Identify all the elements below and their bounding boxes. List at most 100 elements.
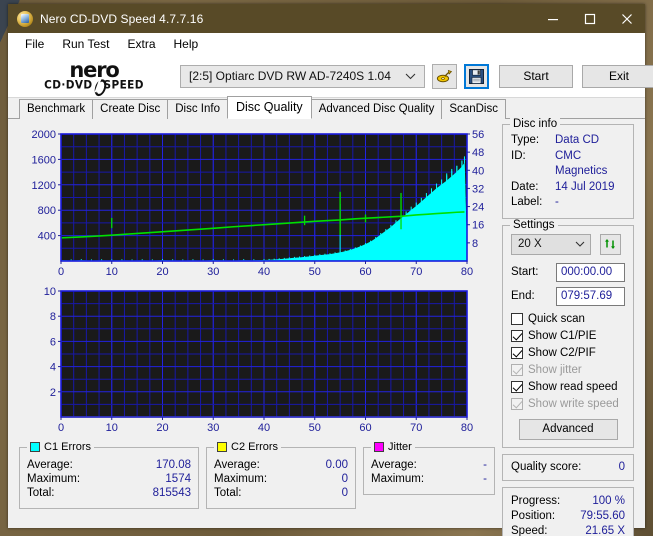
y2-axis-tick-label: 24 [472,202,484,214]
c2-errors-legend: C2 Errors [214,441,282,453]
nero-logo-subtitle: CD·DVD SPEED [44,79,144,91]
checkbox-show-read-speed[interactable]: Show read speed [511,379,625,395]
c1-average-value: 170.08 [155,459,191,471]
c2-average-value: 0.00 [325,459,348,471]
c2-total-label: Total: [214,487,242,499]
tab-disc-info[interactable]: Disc Info [167,99,228,119]
settings-title: Settings [510,218,558,231]
disc-slash-icon [94,79,103,91]
checkbox-show-c2-pif[interactable]: Show C2/PIF [511,345,625,361]
c2-errors-graph: 2 4 6 8 10 0 10 20 30 40 50 60 70 80 [19,285,495,437]
checkbox-label: Show write speed [528,397,619,410]
disc-eject-icon [436,69,453,82]
exit-button[interactable]: Exit [582,64,653,88]
chevron-down-icon [575,238,585,250]
disc-info-date-row: Date: 14 Jul 2019 [511,180,625,196]
disc-id-value: CMC Magnetics [555,149,608,178]
x-axis-tick-label: 0 [58,422,64,434]
c1-average-row: Average: 170.08 [20,458,198,472]
checkbox-box [511,397,523,410]
progress-value: 100 % [592,494,625,507]
close-button[interactable] [608,4,645,33]
jitter-maximum-row: Maximum: - [364,472,494,486]
y-axis-tick-label: 4 [50,362,56,374]
progress-row: Progress: 100 % [511,494,625,509]
c2-total-row: Total: 0 [207,486,355,500]
checkbox-quick-scan[interactable]: Quick scan [511,311,625,327]
disc-info-title: Disc info [510,118,561,130]
c2-errors-graph-svg: 2 4 6 8 10 0 10 20 30 40 50 60 70 80 [44,286,473,434]
jitter-legend: Jitter [371,441,415,453]
disc-eject-button[interactable] [432,63,457,89]
start-button[interactable]: Start [499,64,573,88]
c1-errors-graph: 400 800 1200 1600 2000 8 16 24 32 40 48 56 0 10 20 30 40… [19,128,495,281]
speed-select[interactable]: 20 X [511,233,591,255]
minimize-button[interactable] [534,4,571,33]
nero-main-window: Nero CD-DVD Speed 4.7.7.16 File Run Test… [8,4,653,536]
jitter-maximum-label: Maximum: [371,473,425,485]
refresh-button[interactable] [600,233,621,255]
c2-average-label: Average: [214,459,260,471]
checkbox-box [511,363,523,376]
disc-info-group: Disc info Type: Data CD ID: CMC Magnetic… [502,118,634,219]
drive-select[interactable]: [2:5] Optiarc DVD RW AD-7240S 1.04 [180,64,425,88]
nero-app-icon [17,10,33,27]
right-sidebar: Disc info Type: Data CD ID: CMC Magnetic… [502,118,634,536]
y2-axis-tick-label: 48 [472,147,484,159]
x-axis-tick-label: 10 [106,422,118,434]
tab-scandisc[interactable]: ScanDisc [441,99,506,119]
logo-sub-right: SPEED [103,78,144,92]
c2-color-swatch [217,442,227,452]
disc-date-value: 14 Jul 2019 [555,180,615,193]
tab-benchmark[interactable]: Benchmark [19,99,94,119]
c1-total-value: 815543 [152,487,191,499]
disc-quality-panel: 400 800 1200 1600 2000 8 16 24 32 40 48 56 0 10 20 30 40… [8,118,645,536]
end-input[interactable]: 079:57.69 [556,286,625,306]
position-label: Position: [511,509,556,522]
checkbox-box [511,346,523,359]
menu-bar: File Run Test Extra Help [8,33,645,55]
logo-sub-left: CD·DVD [44,78,93,92]
start-input[interactable]: 000:00.00 [556,262,625,282]
x-axis-tick-label: 50 [309,422,321,434]
c1-maximum-label: Maximum: [27,473,81,485]
disc-info-type-row: Type: Data CD [511,133,625,149]
checkbox-show-write-speed: Show write speed [511,396,625,412]
maximize-button[interactable] [571,4,608,33]
jitter-average-value: - [483,459,487,471]
disc-id-label: ID: [511,149,526,162]
c2-maximum-value: 0 [341,473,348,485]
tab-disc-quality[interactable]: Disc Quality [227,96,312,119]
y-axis-tick-label: 8 [50,311,56,323]
c1-average-label: Average: [27,459,73,471]
x-axis-tick-label: 60 [359,266,371,278]
save-button[interactable] [464,63,489,89]
y-axis-tick-label: 6 [50,336,56,348]
refresh-arrows-icon [604,239,615,249]
position-row: Position: 79:55.60 [511,509,625,524]
disc-date-label: Date: [511,180,539,193]
c2-maximum-label: Maximum: [214,473,268,485]
advanced-button[interactable]: Advanced [518,418,618,440]
x-axis-tick-label: 40 [258,422,270,434]
menu-file[interactable]: File [16,35,53,54]
c1-errors-title: C1 Errors [44,441,92,453]
jitter-title: Jitter [388,441,412,453]
c2-maximum-row: Maximum: 0 [207,472,355,486]
drive-select-value: [2:5] Optiarc DVD RW AD-7240S 1.04 [189,69,391,83]
c2-average-row: Average: 0.00 [207,458,355,472]
checkbox-show-jitter: Show jitter [511,362,625,378]
disc-label-label: Label: [511,196,543,208]
jitter-average-label: Average: [371,459,417,471]
checkbox-box [511,329,523,342]
tab-advanced-disc-quality[interactable]: Advanced Disc Quality [310,99,443,119]
quality-score-row: Quality score: 0 [511,460,625,475]
disc-info-id-row: ID: CMC Magnetics [511,149,625,180]
checkbox-show-c1-pie[interactable]: Show C1/PIE [511,328,625,344]
menu-run-test[interactable]: Run Test [53,35,118,54]
c2-errors-title: C2 Errors [231,441,279,453]
menu-help[interactable]: Help [165,35,208,54]
y2-axis-tick-label: 40 [472,165,484,177]
tab-create-disc[interactable]: Create Disc [92,99,169,119]
menu-extra[interactable]: Extra [118,35,164,54]
